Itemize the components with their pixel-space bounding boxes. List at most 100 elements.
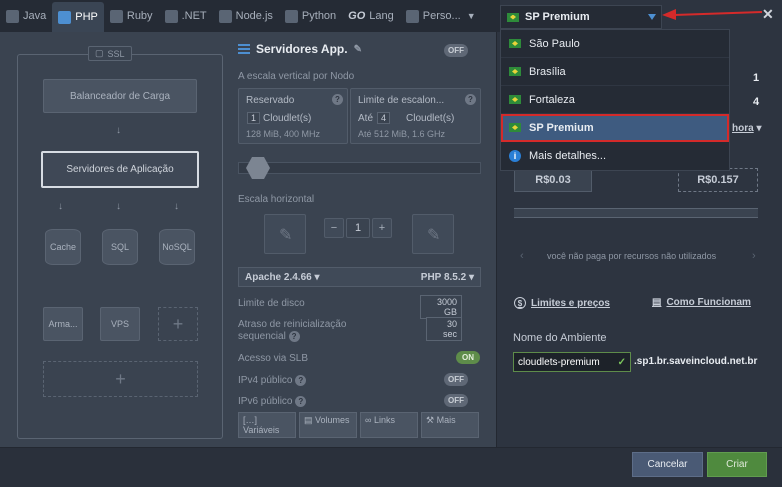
cloudlet-slider[interactable]: [238, 162, 481, 174]
arrow-down-icon: ↓: [116, 125, 121, 136]
check-icon: ✓: [617, 356, 626, 368]
increase-nodes-button[interactable]: +: [372, 218, 392, 238]
limit-cloudlets-input[interactable]: 4: [377, 112, 391, 124]
region-option-brasilia[interactable]: Brasília: [501, 58, 729, 86]
dollar-icon: $: [514, 297, 526, 309]
sql-node[interactable]: SQL: [102, 229, 138, 265]
custom-icon: [405, 9, 419, 23]
region-more-details[interactable]: i Mais detalhes...: [501, 142, 729, 170]
add-node-button[interactable]: +: [158, 307, 198, 341]
app-servers-node[interactable]: Servidores de Aplicação: [41, 151, 199, 188]
nodejs-icon: [218, 9, 232, 23]
reserved-count: 1: [753, 72, 760, 84]
tab-php[interactable]: PHP: [52, 2, 104, 32]
restart-delay-label: Atraso de reinicialização: [238, 319, 347, 330]
caret-down-icon: [648, 14, 656, 20]
arrow-down-icon: ↓: [58, 201, 63, 212]
brazil-flag-icon: [507, 12, 519, 22]
close-icon[interactable]: ✕: [762, 6, 774, 23]
ssl-toggle[interactable]: ▢ SSL: [88, 46, 132, 61]
add-layer-button[interactable]: +: [43, 361, 198, 397]
ipv6-label: IPv6 público: [238, 396, 293, 407]
help-icon[interactable]: ?: [288, 331, 300, 342]
tab-python[interactable]: Python: [279, 2, 342, 30]
period-select[interactable]: hora ▾: [732, 123, 761, 134]
brazil-flag-icon: [509, 39, 521, 48]
help-icon[interactable]: ?: [332, 94, 343, 105]
tab-ruby[interactable]: Ruby: [104, 2, 159, 30]
region-option-fortaleza[interactable]: Fortaleza: [501, 86, 729, 114]
scale-in-icon[interactable]: ✎: [264, 214, 306, 254]
cancel-button[interactable]: Cancelar: [632, 452, 703, 477]
topology-panel: ▢ SSL Balanceador de Carga ↓ Servidores d…: [17, 46, 223, 439]
variables-button[interactable]: […] Variáveis: [238, 412, 296, 438]
nosql-node[interactable]: NoSQL: [159, 229, 195, 265]
unused-resources-note: você não paga por recursos não utilizado…: [547, 251, 717, 261]
ipv4-toggle[interactable]: OFF: [444, 373, 468, 386]
env-domain: .sp1.br.saveincloud.net.br: [634, 356, 758, 367]
python-icon: [284, 9, 298, 23]
node-count-input[interactable]: 1: [346, 218, 370, 238]
slb-toggle[interactable]: ON: [456, 351, 480, 364]
tab-dotnet[interactable]: .NET: [159, 2, 213, 30]
region-option-sp-premium[interactable]: SP Premium: [501, 114, 729, 142]
node-actions: […] Variáveis ▤ Volumes ∞ Links ⚒ Mais: [238, 412, 479, 438]
create-button[interactable]: Criar: [707, 452, 767, 477]
vertical-scaling-label: A escala vertical por Nodo: [238, 71, 355, 82]
limit-count: 4: [753, 96, 760, 108]
folder-icon: ▤: [304, 415, 313, 425]
storage-node[interactable]: Arma...: [43, 307, 83, 341]
decrease-nodes-button[interactable]: −: [324, 218, 344, 238]
limits-prices-link[interactable]: $ Limites e preços: [514, 297, 610, 309]
min-price: R$0.03: [514, 168, 592, 192]
chevron-right-icon[interactable]: ›: [752, 250, 756, 262]
layers-icon: [238, 44, 250, 54]
tab-java[interactable]: Java: [0, 2, 52, 30]
php-version[interactable]: PHP 8.5.2 ▾: [421, 272, 474, 283]
horizontal-scaling-label: Escala horizontal: [238, 194, 315, 205]
region-option-sao-paulo[interactable]: São Paulo: [501, 30, 729, 58]
ruby-icon: [109, 9, 123, 23]
ipv4-label: IPv4 público: [238, 375, 293, 386]
vps-node[interactable]: VPS: [100, 307, 140, 341]
link-icon: ∞: [365, 415, 372, 425]
more-button[interactable]: ⚒ Mais: [421, 412, 479, 438]
disk-limit-label: Limite de disco: [238, 298, 305, 309]
slb-label: Acesso via SLB: [238, 353, 309, 364]
tab-nodejs[interactable]: Node.js: [213, 2, 279, 30]
lock-icon: ▢: [95, 48, 104, 58]
reserved-box: Reservado ? 1 Cloudlet(s) 128 MiB, 400 M…: [238, 88, 348, 144]
php-icon: [58, 10, 72, 24]
restart-delay-input[interactable]: 30 sec: [426, 317, 462, 341]
arrow-down-icon: ↓: [174, 201, 179, 212]
help-icon[interactable]: ?: [465, 94, 476, 105]
scale-out-icon[interactable]: ✎: [412, 214, 454, 254]
apache-version[interactable]: Apache 2.4.66 ▾: [245, 272, 320, 283]
help-icon[interactable]: ?: [295, 375, 307, 386]
help-icon[interactable]: ?: [295, 396, 307, 407]
how-it-works-link[interactable]: ▤ Como Funcionam: [652, 297, 751, 308]
tab-go[interactable]: GO Lang: [342, 2, 400, 30]
chevron-left-icon[interactable]: ‹: [520, 250, 524, 262]
volumes-button[interactable]: ▤ Volumes: [299, 412, 357, 438]
config-title: Servidores App.: [256, 42, 348, 56]
info-icon: i: [509, 150, 521, 162]
tab-custom[interactable]: Perso...: [400, 2, 467, 30]
brazil-flag-icon: [509, 67, 521, 76]
load-balancer-node[interactable]: Balanceador de Carga: [43, 79, 197, 113]
disk-limit-input[interactable]: 3000 GB: [420, 295, 462, 319]
document-icon: ▤: [652, 297, 662, 308]
app-servers-toggle[interactable]: OFF: [444, 44, 468, 57]
tabs-more-chevron-icon[interactable]: ▼: [467, 11, 479, 21]
edit-icon[interactable]: ✎: [354, 44, 362, 55]
region-select[interactable]: SP Premium: [500, 5, 662, 29]
env-name-input[interactable]: cloudlets-premium ✓: [513, 352, 631, 372]
env-name-label: Nome do Ambiente: [513, 332, 607, 344]
price-range-bar: [514, 208, 758, 218]
links-button[interactable]: ∞ Links: [360, 412, 418, 438]
cache-node[interactable]: Cache: [45, 229, 81, 265]
arrow-down-icon: ↓: [116, 201, 121, 212]
ipv6-toggle[interactable]: OFF: [444, 394, 468, 407]
reserved-cloudlets-input[interactable]: 1: [247, 112, 261, 124]
server-stack-select[interactable]: Apache 2.4.66 ▾ PHP 8.5.2 ▾: [238, 267, 481, 287]
